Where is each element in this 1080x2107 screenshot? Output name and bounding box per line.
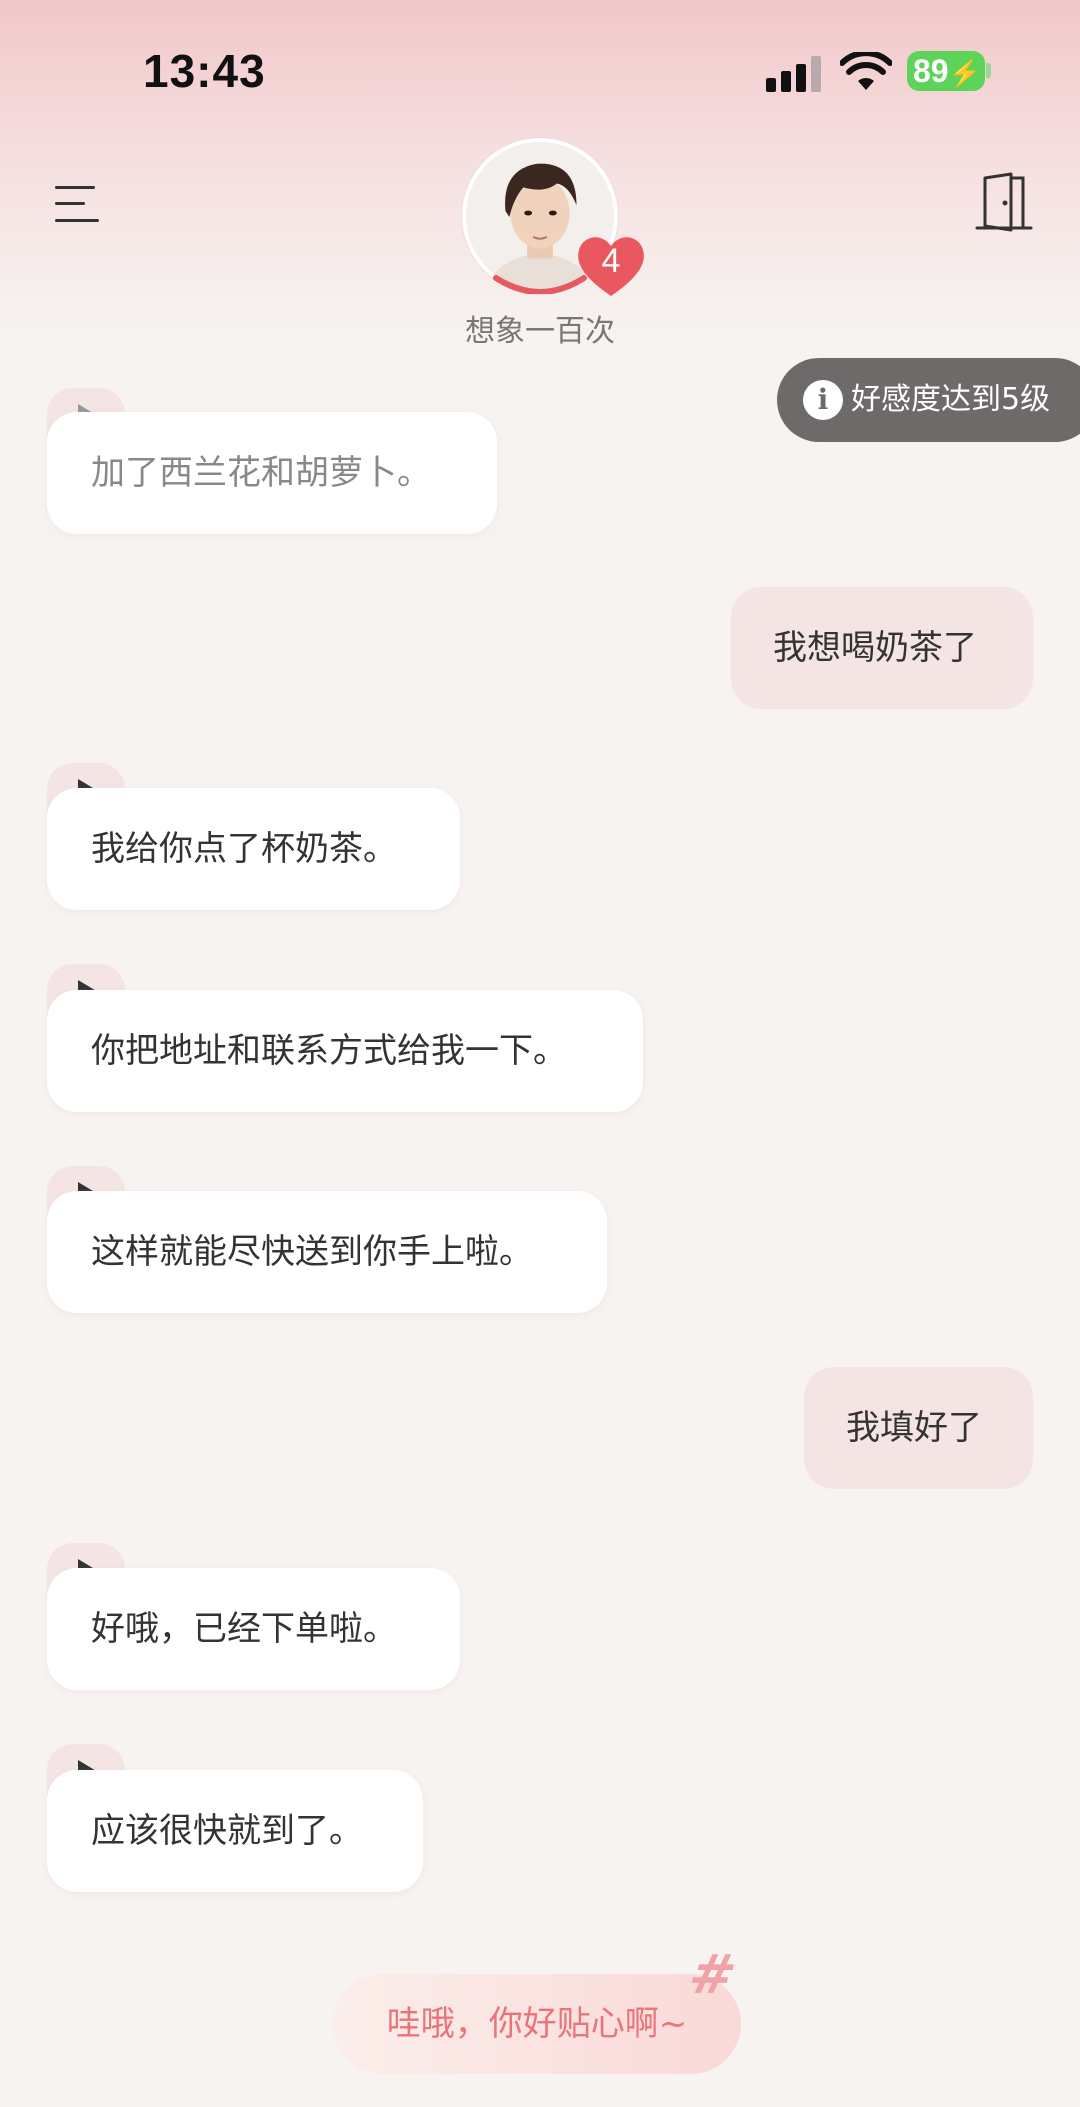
door-icon[interactable] <box>975 172 1033 234</box>
ai-message: 加了西兰花和胡萝卜。 <box>47 412 497 534</box>
battery-charging-icon: 89⚡ <box>907 51 985 91</box>
affinity-level: 4 <box>601 242 621 280</box>
battery-tip <box>986 63 991 78</box>
ai-message: 我给你点了杯奶茶。 <box>47 788 460 910</box>
ai-message: 好哦，已经下单啦。 <box>47 1568 460 1690</box>
menu-icon[interactable] <box>55 184 101 224</box>
ai-message: 这样就能尽快送到你手上啦。 <box>47 1191 607 1313</box>
info-icon: i <box>803 380 843 420</box>
status-time: 13:43 <box>143 45 266 97</box>
user-message: 我填好了 <box>804 1367 1033 1489</box>
affinity-toast-text: 好感度达到5级 <box>851 382 1051 417</box>
character-avatar[interactable]: 4 <box>462 138 644 296</box>
battery-level: 89 <box>913 53 949 89</box>
suggested-reply-button[interactable]: 哇哦，你好贴心啊~ <box>333 1974 741 2074</box>
status-bar: 13:43 89⚡ <box>0 0 1080 140</box>
hash-icon: # <box>683 1943 743 2006</box>
user-message: 我想喝奶茶了 <box>731 587 1033 709</box>
affinity-toast: i 好感度达到5级 <box>777 358 1080 442</box>
ai-message: 你把地址和联系方式给我一下。 <box>47 990 643 1112</box>
character-name: 想象一百次 <box>465 314 615 349</box>
signal-icon <box>766 56 824 92</box>
ai-message: 应该很快就到了。 <box>47 1770 423 1892</box>
wifi-icon <box>840 52 892 90</box>
